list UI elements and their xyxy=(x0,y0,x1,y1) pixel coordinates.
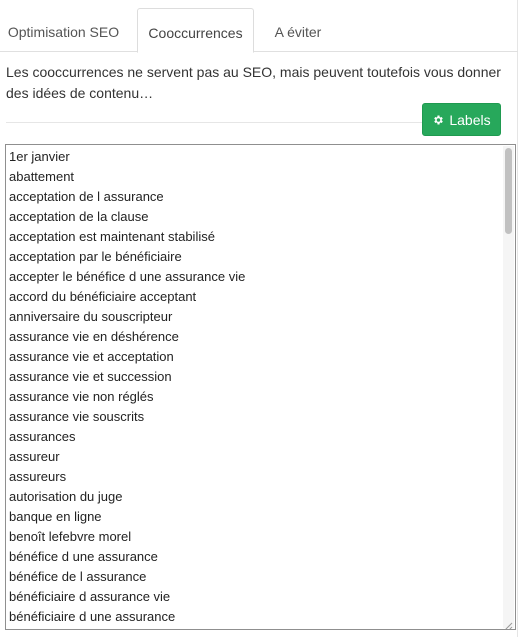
scrollbar-thumb[interactable] xyxy=(505,148,512,234)
gear-icon xyxy=(432,114,444,126)
list-item: bénéficiaire d une assurance xyxy=(9,609,176,624)
list-item: bénéficiaire d assurance vie xyxy=(9,589,171,604)
list-item: acceptation de l assurance xyxy=(9,189,164,204)
intro-text: Les cooccurrences ne servent pas au SEO,… xyxy=(6,64,501,101)
list-item: abattement xyxy=(9,169,75,184)
list-item: acceptation de la clause xyxy=(9,209,149,224)
tab-a-eviter[interactable]: A éviter xyxy=(254,8,342,52)
tab-bar: Optimisation SEO Cooccurrences A éviter xyxy=(0,0,518,53)
cooccurrences-textarea[interactable]: 1er janvier abattement acceptation de l as… xyxy=(5,144,516,630)
list-item: assurance vie non réglés xyxy=(9,389,154,404)
tab-optimisation-seo[interactable]: Optimisation SEO xyxy=(0,8,127,52)
list-item: benoît lefebvre morel xyxy=(9,529,132,544)
tab-cooccurrences[interactable]: Cooccurrences xyxy=(137,8,254,53)
list-item: accord du bénéficiaire acceptant xyxy=(9,289,197,304)
labels-button-label: Labels xyxy=(449,111,491,128)
list-item: banque en ligne xyxy=(9,509,102,524)
list-item: bénéfice d une assurance xyxy=(9,549,158,564)
list-item: anniversaire du souscripteur xyxy=(9,309,173,324)
list-item: 1er janvier xyxy=(9,149,70,164)
list-item: assureur xyxy=(9,449,60,464)
list-item: assurance vie en déshérence xyxy=(9,329,179,344)
list-item: autorisation du juge xyxy=(9,489,123,504)
list-item: assurance vie souscrits xyxy=(9,409,145,424)
cooccurrences-panel: Optimisation SEO Cooccurrences A éviter … xyxy=(0,0,518,637)
resize-grip-icon[interactable] xyxy=(504,618,513,629)
list-item: bénéfice de l assurance xyxy=(9,569,147,584)
list-item: assurances xyxy=(9,429,76,444)
list-item: accepter le bénéfice d une assurance vie xyxy=(9,269,246,284)
list-item: acceptation par le bénéficiaire xyxy=(9,249,182,264)
list-item: assureurs xyxy=(9,469,67,484)
list-item: assurance vie et succession xyxy=(9,369,172,384)
labels-button[interactable]: Labels xyxy=(422,103,501,136)
list-item: acceptation est maintenant stabilisé xyxy=(9,229,215,244)
cooccurrences-list: 1er janvier abattement acceptation de l as… xyxy=(9,147,245,627)
list-item: assurance vie et acceptation xyxy=(9,349,174,364)
scrollbar[interactable] xyxy=(503,146,514,628)
